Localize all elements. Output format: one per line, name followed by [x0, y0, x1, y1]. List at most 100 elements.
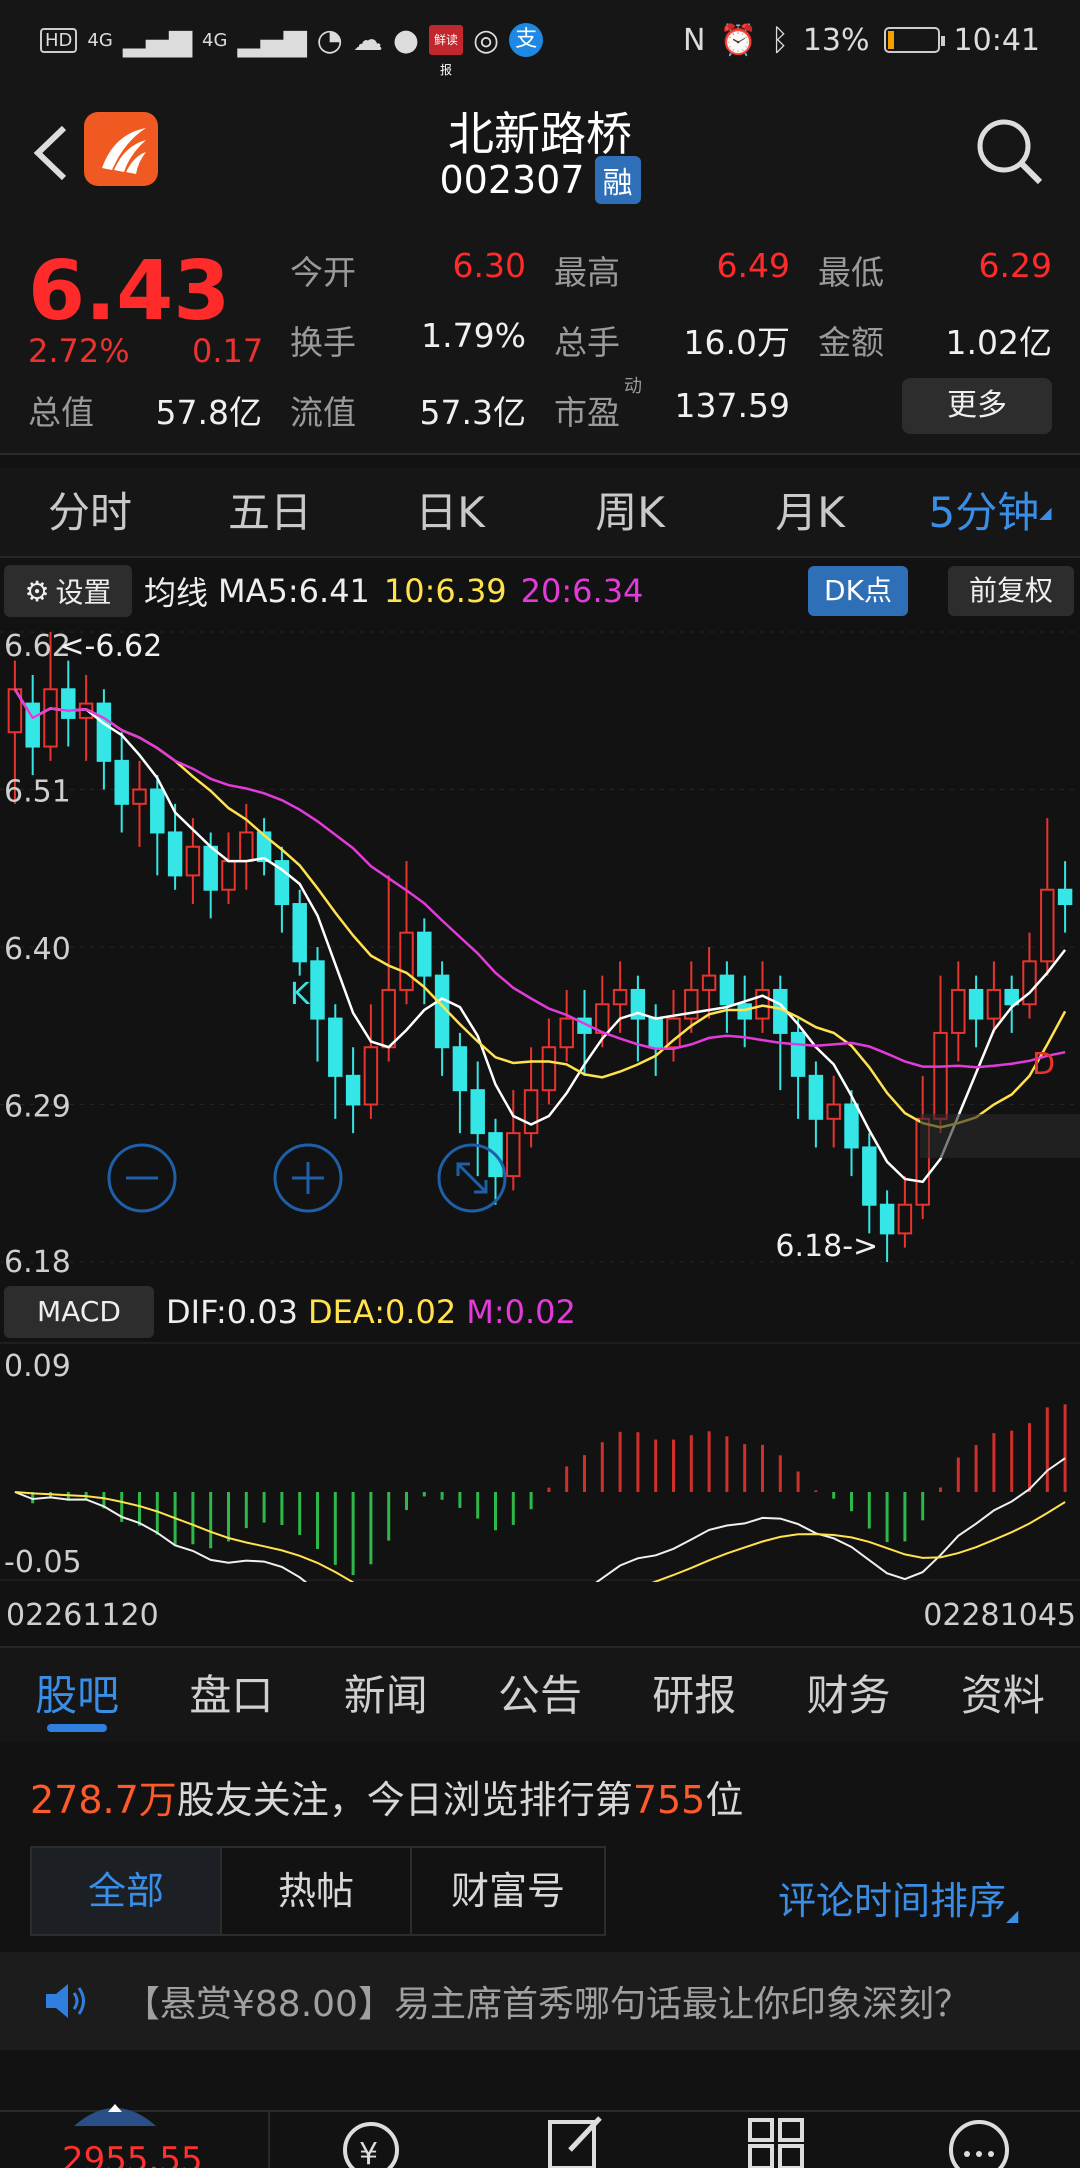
ma-bar: ⚙ 设置 均线 MA5:6.41 10:6.39 20:6.34 DK点 前复权	[0, 560, 1080, 622]
nav-separator	[268, 2110, 270, 2168]
tab-news[interactable]: 新闻	[309, 1648, 463, 1742]
tab-research[interactable]: 研报	[617, 1648, 771, 1742]
candle-body	[43, 688, 58, 748]
gear-icon: ⚙	[24, 574, 50, 608]
candle-body	[790, 1031, 806, 1077]
macd-svg: 0.09 -0.05	[0, 1342, 1080, 1634]
low-label: 最低	[818, 253, 884, 292]
candle-body	[951, 988, 966, 1034]
ma-label: 均线	[144, 574, 209, 612]
candle-body	[310, 960, 325, 1020]
clock: 10:41	[953, 22, 1040, 58]
search-button[interactable]	[970, 112, 1050, 192]
bounty-notice[interactable]: 【悬赏¥88.00】易主席首秀哪句话最让你印象深刻？	[0, 1952, 1080, 2050]
pe-dynamic-mark: 动	[624, 376, 642, 397]
tab-5min-label: 5分钟	[928, 488, 1040, 537]
bottom-divider	[0, 2110, 1080, 2112]
fullscreen-button[interactable]	[436, 1142, 508, 1214]
macd-chart[interactable]: 0.09 -0.05	[0, 1342, 1080, 1634]
candle-body	[862, 1146, 877, 1206]
edit-post-icon[interactable]	[544, 2114, 604, 2168]
search-icon	[977, 119, 1043, 185]
tab-daily-k[interactable]: 日K	[360, 468, 540, 556]
candle-body	[986, 988, 1002, 1020]
dk-point-button[interactable]: DK点	[808, 566, 908, 616]
more-button[interactable]: 更多	[902, 378, 1052, 434]
ma5-line	[13, 688, 1067, 1184]
ma20-value: 20:6.34	[520, 572, 644, 610]
macd-m-value: M:0.02	[466, 1293, 576, 1331]
sort-label: 评论时间排序	[778, 1879, 1007, 1923]
tab-5min[interactable]: 5分钟◢	[900, 468, 1080, 556]
margin-badge: 融	[594, 156, 641, 204]
tab-five-day[interactable]: 五日	[180, 468, 360, 556]
currency-exchange-icon[interactable]: ¥	[336, 2114, 406, 2168]
change-percent: 2.72%	[28, 332, 130, 370]
dea-value: DEA:0.02	[308, 1293, 457, 1331]
tab-orderbook[interactable]: 盘口	[154, 1648, 308, 1742]
settings-button[interactable]: ⚙ 设置	[4, 565, 132, 617]
forward-adjust-button[interactable]: 前复权	[948, 566, 1074, 616]
candle-body	[114, 759, 129, 805]
candle-body	[470, 1089, 485, 1135]
grid-menu-icon[interactable]	[746, 2114, 806, 2168]
amount-label: 金额	[818, 323, 884, 362]
high-price-marker: <-6.62	[59, 629, 162, 664]
volume-label: 总手	[554, 323, 620, 362]
bottom-nav: 2955.55 ¥	[0, 2050, 1080, 2168]
tab-weekly-k[interactable]: 周K	[540, 468, 720, 556]
wechat-icon: ☁	[352, 22, 383, 58]
macd-bottom-label: -0.05	[4, 1545, 82, 1580]
tab-forum[interactable]: 股吧	[0, 1648, 154, 1742]
filter-wealth[interactable]: 财富号	[410, 1846, 606, 1936]
candle-body	[933, 1031, 948, 1120]
d-signal-marker: D	[1032, 1047, 1055, 1082]
bluetooth-icon: ᛒ	[770, 22, 789, 58]
candle-body	[826, 1103, 841, 1120]
more-options-icon[interactable]	[946, 2114, 1012, 2168]
speaker-icon	[46, 1984, 85, 2018]
tab-announcements[interactable]: 公告	[463, 1648, 617, 1742]
tab-finance[interactable]: 财务	[771, 1648, 925, 1742]
rank-number: 755	[632, 1778, 706, 1822]
signal-bars-icon: ▂▄▆	[122, 22, 193, 58]
filter-all[interactable]: 全部	[30, 1846, 222, 1936]
tab-intraday[interactable]: 分时	[0, 468, 180, 556]
tab-profile[interactable]: 资料	[926, 1648, 1080, 1742]
stock-code: 002307	[439, 158, 585, 202]
kline-chart[interactable]: 6.62 6.51 6.40 6.29 6.18 <-6.62 6.18-> K D	[0, 622, 1080, 1282]
open-value: 6.30	[452, 246, 526, 285]
weibo-icon: ◎	[473, 22, 500, 58]
total-value-label: 总值	[28, 393, 94, 432]
candle-body	[506, 1132, 521, 1178]
index-value[interactable]: 2955.55	[62, 2140, 203, 2168]
info-tabs: 股吧 盘口 新闻 公告 研报 财务 资料	[0, 1646, 1080, 1742]
candle-body	[96, 702, 112, 762]
candle-body	[595, 1003, 610, 1034]
candle-body	[150, 788, 165, 834]
macd-top-label: 0.09	[4, 1349, 71, 1384]
status-bar: HD 4G ▂▄▆ 4G ▂▄▆ ◔ ☁ ● 鲜读报 ◎ 支 N ⏰ ᛒ 13%…	[0, 0, 1080, 80]
sort-button[interactable]: 评论时间排序◢	[778, 1870, 1018, 1925]
tab-monthly-k[interactable]: 月K	[720, 468, 900, 556]
macd-button[interactable]: MACD	[4, 1286, 154, 1338]
high-label: 最高	[554, 253, 620, 292]
signal-4g-icon-2: 4G	[202, 29, 228, 51]
volume-value: 16.0万	[683, 323, 790, 362]
candle-body	[328, 1017, 343, 1077]
zoom-in-button[interactable]	[272, 1142, 344, 1214]
notice-text: 【悬赏¥88.00】易主席首秀哪句话最让你印象深刻？	[124, 1984, 970, 2025]
candle-body	[132, 788, 147, 805]
candle-body	[167, 831, 183, 877]
dropdown-triangle-icon: ◢	[1006, 1906, 1019, 1925]
low-value: 6.29	[978, 246, 1052, 285]
pe-label: 市盈	[554, 393, 620, 432]
candle-body	[221, 860, 236, 891]
macd-bar: MACD DIF:0.03 DEA:0.02 M:0.02	[0, 1282, 1080, 1342]
dif-line	[14, 1457, 1066, 1634]
candle-body	[399, 931, 414, 991]
zoom-out-button[interactable]	[106, 1142, 178, 1214]
change-amount: 0.17	[192, 332, 264, 370]
filter-hot[interactable]: 热帖	[220, 1846, 412, 1936]
candle-body	[239, 831, 254, 863]
